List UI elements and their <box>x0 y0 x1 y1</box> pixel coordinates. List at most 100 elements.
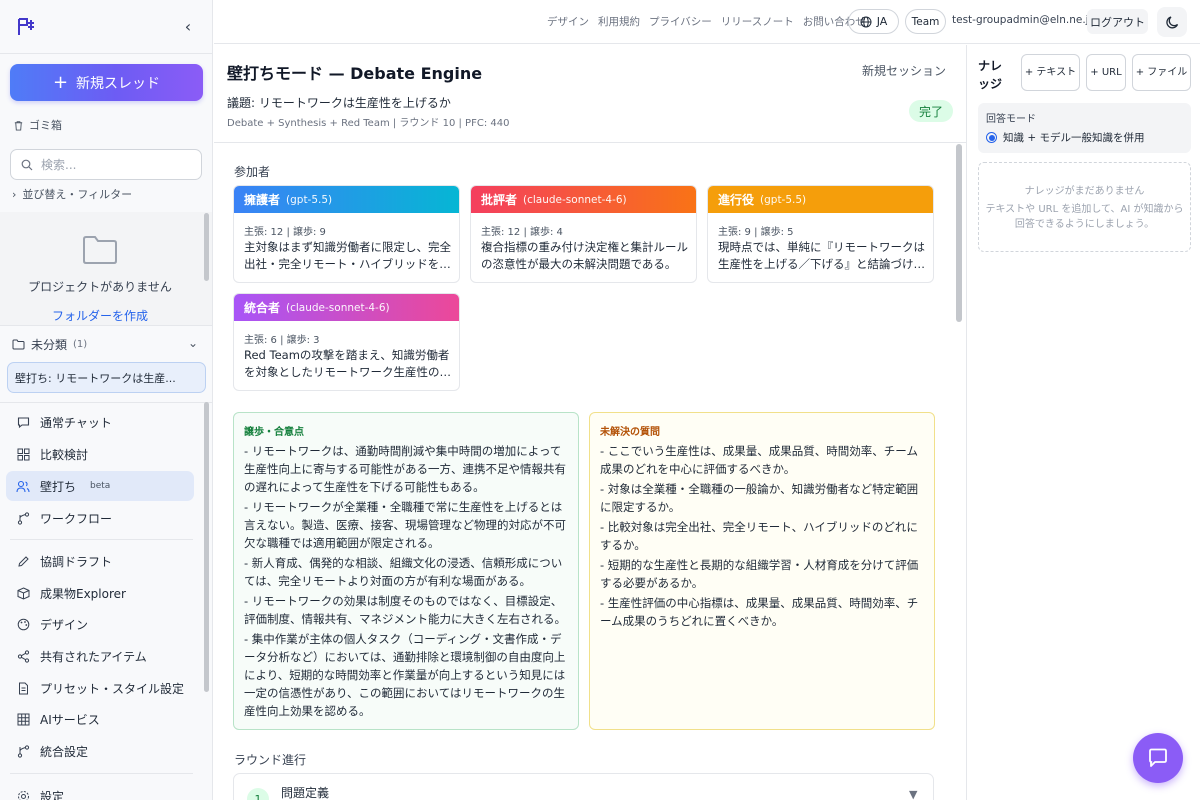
nav-label: 比較検討 <box>40 447 89 462</box>
new-thread-button[interactable]: + 新規スレッド <box>10 64 203 101</box>
rounds-label: ラウンド進行 <box>234 753 307 767</box>
response-mode-box: 回答モード 知識 + モデル一般知識を併用 <box>978 103 1191 153</box>
divider <box>0 53 212 54</box>
concession-item: - リモートワークの効果は制度そのものではなく、目標設定、評価制度、情報共有、マ… <box>244 594 566 626</box>
participant-header: 統合者 (claude-sonnet-4-6) <box>234 294 459 321</box>
divider <box>0 325 212 326</box>
participant-header: 批評者 (claude-sonnet-4-6) <box>471 186 696 213</box>
nav-presets[interactable]: プリセット・スタイル設定 <box>6 673 194 703</box>
nav-integrations[interactable]: 統合設定 <box>6 736 194 766</box>
nav-label: 協調ドラフト <box>40 554 113 569</box>
participant-card-synthesizer[interactable]: 統合者 (claude-sonnet-4-6) 主張: 6 | 譲歩: 3 Re… <box>233 293 460 391</box>
participant-summary: 主対象はまず知識労働者に限定し、完全出社・完全リモート・ハイブリッドを比較する。 <box>244 240 451 271</box>
nav-shared-items[interactable]: 共有されたアイテム <box>6 641 194 671</box>
participants-label: 参加者 <box>234 165 271 179</box>
app-logo[interactable] <box>16 17 38 37</box>
knowledge-title: ナレッジ <box>978 59 1003 91</box>
nav-scrollbar[interactable] <box>204 402 209 692</box>
debate-meta: Debate + Synthesis + Red Team | ラウンド 10 … <box>227 118 510 129</box>
folder-icon <box>83 236 117 264</box>
round-card[interactable]: 1 問題定義 ▼ <box>233 773 934 800</box>
language-button[interactable]: JA <box>848 9 899 34</box>
branch-icon <box>16 744 30 758</box>
nav-label: プリセット・スタイル設定 <box>40 681 185 696</box>
round-number: 1 <box>247 788 269 800</box>
knowledge-empty-title: ナレッジがまだありません <box>1024 186 1145 197</box>
nav-ai-services[interactable]: AIサービス <box>6 704 194 734</box>
nav-artifact-explorer[interactable]: 成果物Explorer <box>6 578 194 608</box>
link-release-notes[interactable]: リリースノート <box>721 14 794 29</box>
divider <box>0 402 212 403</box>
response-mode-option-label: 知識 + モデル一般知識を併用 <box>1003 132 1145 144</box>
add-url-button[interactable]: + URL <box>1086 54 1126 91</box>
nav-label: 壁打ち <box>40 479 77 494</box>
knowledge-empty-desc: テキストや URL を追加して、AI が知識から回答できるようにしましょう。 <box>985 204 1184 230</box>
search-box[interactable] <box>10 149 202 180</box>
radio-selected-icon[interactable] <box>986 132 997 143</box>
sort-filter-label: 並び替え・フィルター <box>22 188 133 201</box>
uncategorized-count: (1) <box>73 339 88 350</box>
participant-card-critic[interactable]: 批評者 (claude-sonnet-4-6) 主張: 12 | 譲歩: 4 複… <box>470 185 697 283</box>
create-folder-link[interactable]: フォルダーを作成 <box>0 307 200 324</box>
knowledge-empty-state: ナレッジがまだありません テキストや URL を追加して、AI が知識から回答で… <box>978 162 1191 252</box>
participant-role: 批評者 <box>481 193 518 207</box>
moon-icon <box>1165 15 1178 28</box>
palette-icon <box>16 617 30 631</box>
chat-bubble-icon <box>16 415 30 429</box>
content-scrollbar[interactable] <box>956 144 962 322</box>
concession-item: - 集中作業が主体の個人タスク（コーディング・文書作成・データ分析など）において… <box>244 632 566 718</box>
link-design[interactable]: デザイン <box>547 14 589 29</box>
nav-normal-chat[interactable]: 通常チャット <box>6 407 194 437</box>
concession-item: - リモートワークが全業種・全職種で常に生産性を上げるとは言えない。製造、医療、… <box>244 500 566 550</box>
add-text-button[interactable]: + テキスト <box>1021 54 1080 91</box>
participant-card-advocate[interactable]: 擁護者 (gpt-5.5) 主張: 12 | 譲歩: 9 主対象はまず知識労働者… <box>233 185 460 283</box>
open-question-item: - ここでいう生産性は、成果量、成果品質、時間効率、チーム成果のどれを中心に評価… <box>600 444 918 476</box>
trash-link[interactable]: ゴミ箱 <box>13 117 62 133</box>
open-question-item: - 短期的な生産性と長期的な組織学習・人材育成を分けて評価する必要があるか。 <box>600 558 919 590</box>
new-session-button[interactable]: 新規セッション <box>862 62 946 79</box>
team-button[interactable]: Team <box>905 9 946 34</box>
language-label: JA <box>876 15 888 28</box>
participant-model: (gpt-5.5) <box>286 193 333 206</box>
nav-workflow[interactable]: ワークフロー <box>6 503 194 533</box>
folder-icon <box>12 339 25 350</box>
theme-toggle-button[interactable] <box>1157 7 1187 37</box>
chevron-down-icon[interactable]: ▼ <box>909 788 917 800</box>
chat-fab-button[interactable] <box>1133 733 1183 783</box>
concessions-box: 譲歩・合意点 - リモートワークは、通勤時間削減や集中時間の増加によって生産性向… <box>233 412 579 730</box>
uncategorized-group[interactable]: 未分類 (1) ⌄ <box>12 336 202 353</box>
nav-label: 成果物Explorer <box>40 586 126 601</box>
participant-header: 進行役 (gpt-5.5) <box>708 186 933 213</box>
chevron-down-icon[interactable]: ⌄ <box>188 336 198 350</box>
link-terms[interactable]: 利用規約 <box>598 14 640 29</box>
open-question-item: - 比較対象は完全出社、完全リモート、ハイブリッドのどれにするか。 <box>600 520 918 552</box>
sort-filter-toggle[interactable]: › 並び替え・フィルター <box>12 186 132 202</box>
participant-stats: 主張: 6 | 譲歩: 3 <box>244 335 320 346</box>
add-file-button[interactable]: + ファイル <box>1132 54 1191 91</box>
participant-role: 擁護者 <box>244 193 281 207</box>
nav-debate[interactable]: 壁打ち beta <box>6 471 194 501</box>
participant-role: 進行役 <box>718 193 755 207</box>
nav-design[interactable]: デザイン <box>6 609 194 639</box>
logout-button[interactable]: ログアウト <box>1087 9 1148 34</box>
nav-settings[interactable]: 設定 <box>6 781 194 800</box>
nav-compare[interactable]: 比較検討 <box>6 439 194 469</box>
new-thread-label: 新規スレッド <box>76 75 161 92</box>
collapse-sidebar-button[interactable]: ‹ <box>178 16 198 36</box>
participant-summary: 複合指標の重み付け決定権と集計ルールの恣意性が最大の未解決問題である。 <box>481 240 688 271</box>
participant-header: 擁護者 (gpt-5.5) <box>234 186 459 213</box>
nav-collab-draft[interactable]: 協調ドラフト <box>6 546 194 576</box>
link-privacy[interactable]: プライバシー <box>649 14 712 29</box>
document-icon <box>16 681 30 695</box>
search-input[interactable] <box>41 157 191 172</box>
page-title: 壁打ちモード — Debate Engine <box>227 64 483 83</box>
nav-label: デザイン <box>40 617 89 632</box>
chevron-right-icon: › <box>12 187 17 201</box>
no-projects-text: プロジェクトがありません <box>28 280 172 294</box>
projects-scrollbar[interactable] <box>204 213 209 281</box>
gear-icon <box>16 789 30 800</box>
thread-item[interactable]: 壁打ち: リモートワークは生産... <box>7 362 206 393</box>
concessions-title: 譲歩・合意点 <box>244 427 304 438</box>
participant-card-moderator[interactable]: 進行役 (gpt-5.5) 主張: 9 | 譲歩: 5 現時点では、単純に『リモ… <box>707 185 934 283</box>
response-mode-option[interactable]: 知識 + モデル一般知識を併用 <box>986 130 1144 145</box>
